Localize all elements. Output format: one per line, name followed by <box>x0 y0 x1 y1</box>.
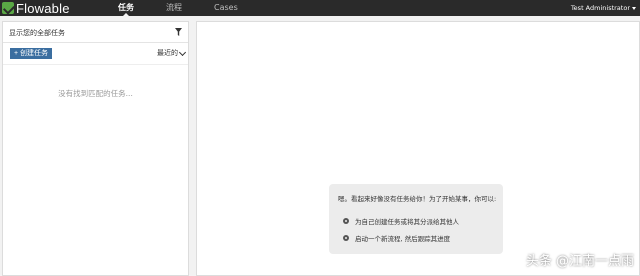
nav-tab-cases[interactable]: Cases <box>214 0 238 16</box>
sort-dropdown[interactable]: 最近的 <box>157 48 187 59</box>
watermark: 头条 @江南一点雨 <box>525 254 634 269</box>
create-task-button[interactable]: + 创建任务 <box>10 48 53 59</box>
top-navigation-bar: Flowable 任务 流程 Cases Test Administrator <box>0 0 640 16</box>
circle-bullet-icon <box>343 235 349 241</box>
help-item-start-process[interactable]: 启动一个新流程, 然后跟踪其进度 <box>343 233 450 243</box>
help-item-create-task[interactable]: 为自己创建任务或将其分派给其他人 <box>343 216 459 226</box>
help-item-label: 启动一个新流程, 然后跟踪其进度 <box>355 235 451 243</box>
divider <box>3 64 188 65</box>
task-filter-bar[interactable]: 显示您的全部任务 <box>3 22 188 43</box>
nav-tab-tasks[interactable]: 任务 <box>118 0 134 16</box>
user-menu[interactable]: Test Administrator <box>571 0 636 16</box>
user-name: Test Administrator <box>570 3 630 12</box>
filter-label[interactable]: 显示您的全部任务 <box>9 28 65 38</box>
caret-down-icon <box>632 6 636 10</box>
getting-started-box: 嗯。看起来好像没有任务给你！为了开始某事，你可以: 为自己创建任务或将其分派给其… <box>329 184 503 254</box>
flowable-logo-icon <box>2 2 14 14</box>
filter-icon[interactable] <box>175 28 182 36</box>
flowable-logo[interactable]: Flowable <box>2 0 70 16</box>
circle-bullet-icon <box>343 218 349 224</box>
brand-name: Flowable <box>16 0 70 16</box>
help-item-label: 为自己创建任务或将其分派给其他人 <box>355 218 459 226</box>
sort-label: 最近的 <box>157 49 178 57</box>
chevron-down-icon <box>178 48 187 56</box>
nav-tab-processes[interactable]: 流程 <box>166 0 182 16</box>
task-list-panel: 显示您的全部任务 + 创建任务 最近的 没有找到匹配的任务... <box>2 21 189 276</box>
empty-task-message: 没有找到匹配的任务... <box>58 89 133 98</box>
help-intro-text: 嗯。看起来好像没有任务给你！为了开始某事，你可以: <box>338 195 497 203</box>
